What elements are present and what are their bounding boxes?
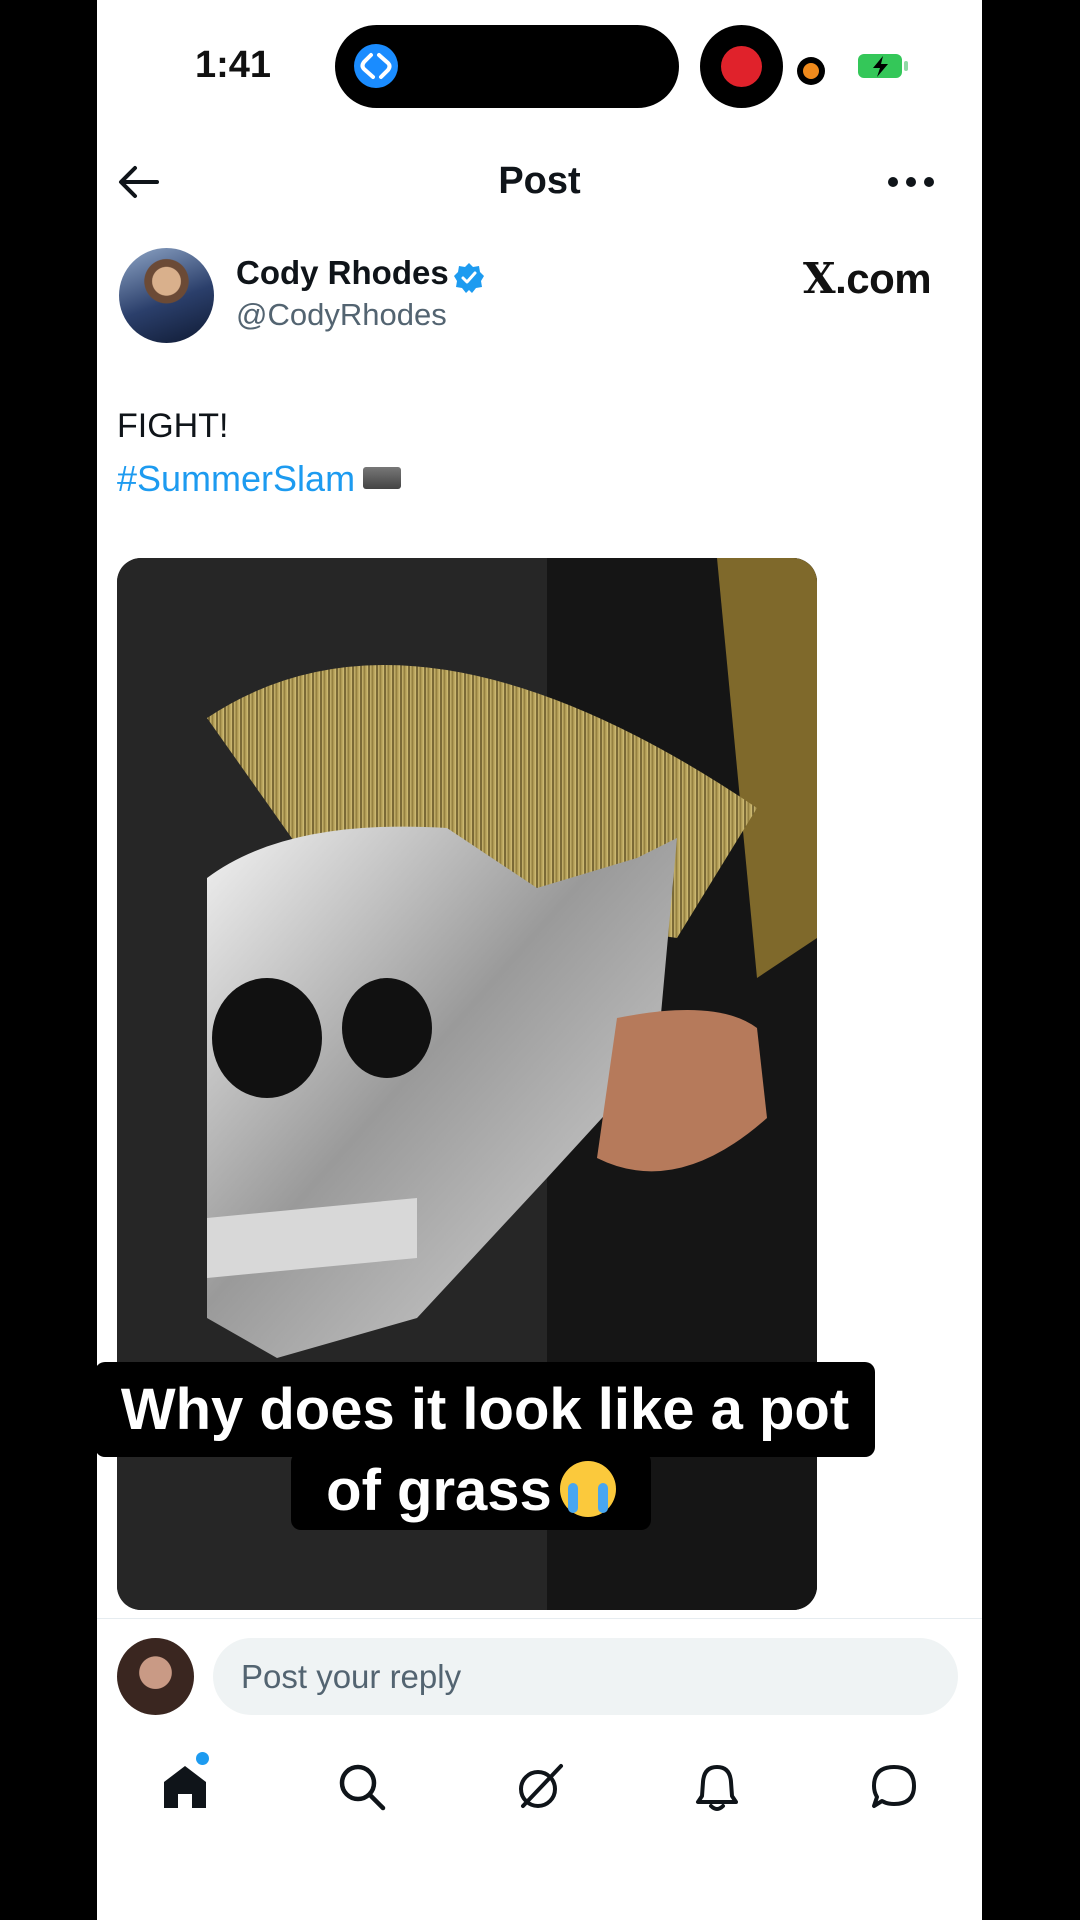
phone-screen: 1:41 Post Cody Rhodes @CodyRhodes X.com … [97, 0, 982, 1920]
author-name[interactable]: Cody Rhodes [236, 254, 449, 292]
home-notification-dot [196, 1752, 209, 1765]
post-text: FIGHT! [117, 407, 229, 445]
caption-line-2-text: of grass [326, 1458, 552, 1523]
page-title: Post [498, 160, 581, 202]
reply-input[interactable]: Post your reply [213, 1638, 958, 1715]
caption-line-1: Why does it look like a pot [97, 1362, 875, 1457]
author-avatar[interactable] [119, 248, 214, 343]
summerslam-emblem-icon [363, 467, 402, 490]
hashtag-label[interactable]: #SummerSlam [117, 458, 355, 499]
watermark-text: X.com [803, 254, 932, 303]
caption-line-2: of grass [291, 1452, 651, 1530]
crying-face-emoji-icon [559, 1460, 616, 1517]
battery-charging-icon [858, 54, 908, 78]
grok-icon[interactable] [515, 1762, 565, 1812]
status-time: 1:41 [195, 44, 272, 86]
messages-icon[interactable] [869, 1762, 919, 1812]
author-handle[interactable]: @CodyRhodes [236, 297, 447, 333]
search-icon[interactable] [337, 1762, 387, 1812]
user-avatar[interactable] [117, 1638, 194, 1715]
shazam-icon [354, 44, 398, 88]
divider [97, 1618, 982, 1619]
record-dot [721, 46, 762, 87]
more-options-icon[interactable] [887, 172, 935, 192]
dynamic-island [335, 25, 679, 108]
notifications-icon[interactable] [692, 1762, 742, 1812]
hashtag-link[interactable]: #SummerSlam [117, 458, 402, 500]
recording-indicator [700, 25, 783, 108]
mic-in-use-indicator [797, 57, 825, 85]
verified-badge-icon [454, 263, 484, 293]
home-icon[interactable] [160, 1762, 210, 1812]
x-com-watermark: X.com [803, 254, 932, 303]
